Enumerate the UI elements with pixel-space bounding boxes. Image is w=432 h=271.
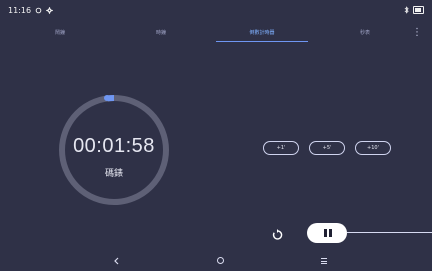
bluetooth-icon	[404, 6, 409, 14]
timer-progress-marker	[104, 95, 110, 101]
add-10-min-button[interactable]: +10'	[355, 141, 391, 155]
tab-bar: 鬧鐘 時鐘 倒數計時器 秒表	[0, 26, 432, 42]
tab-timer[interactable]: 倒數計時器	[216, 26, 308, 42]
status-right	[404, 6, 424, 14]
add-5-min-button[interactable]: +5'	[309, 141, 345, 155]
timer-label: 碼錶	[104, 169, 123, 179]
pause-icon-bar	[329, 229, 332, 237]
status-left: 11:16	[8, 6, 53, 15]
pause-button[interactable]	[307, 223, 347, 243]
status-bar: 11:16	[0, 0, 432, 22]
gear-icon	[46, 7, 53, 14]
tab-clock[interactable]: 時鐘	[126, 26, 196, 42]
sync-icon	[35, 7, 42, 14]
progress-line	[347, 232, 432, 233]
back-icon[interactable]	[112, 256, 122, 266]
timer-display: 00:01:58	[73, 135, 155, 157]
reset-icon[interactable]	[270, 228, 284, 242]
pause-icon	[324, 229, 327, 237]
menu-icon[interactable]	[321, 258, 327, 264]
add-1-min-button[interactable]: +1'	[263, 141, 299, 155]
more-options-icon[interactable]: ⋮	[412, 26, 422, 40]
tab-stopwatch[interactable]: 秒表	[330, 26, 400, 42]
navigation-bar	[0, 253, 432, 271]
home-icon[interactable]	[217, 257, 224, 264]
tab-alarm[interactable]: 鬧鐘	[28, 26, 92, 42]
battery-icon	[413, 6, 424, 14]
status-time: 11:16	[8, 6, 32, 15]
